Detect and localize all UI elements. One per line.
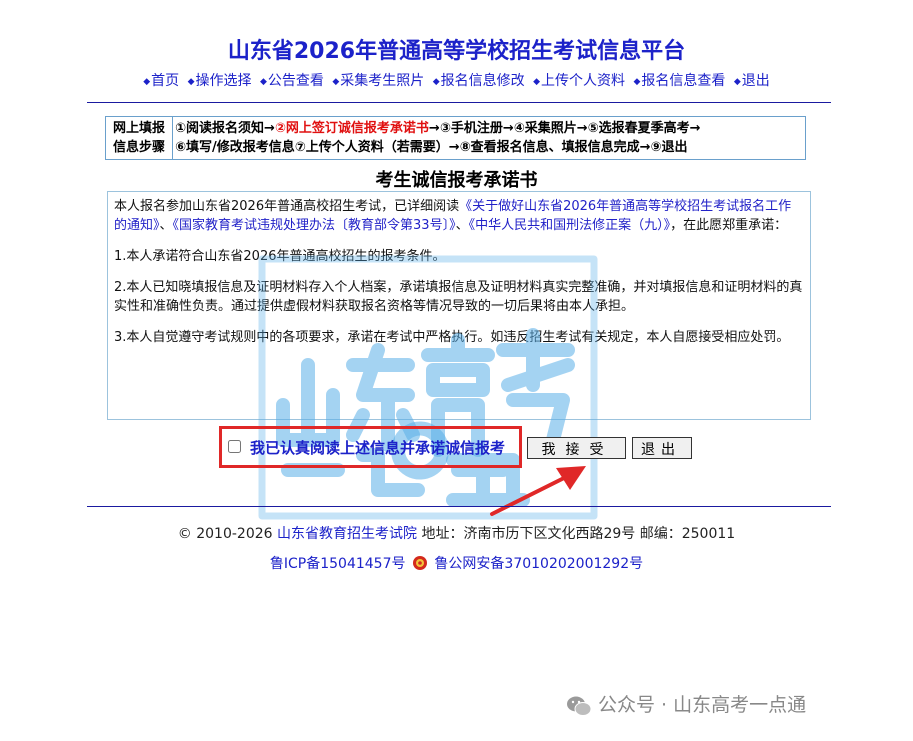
nav-collect-photo[interactable]: ◆采集考生照片 (332, 73, 424, 89)
footer-records: 鲁ICP备15041457号 鲁公网安备37010202001292号 (0, 553, 913, 573)
top-nav: ◆首页 ◆操作选择 ◆公告查看 ◆采集考生照片 ◆报名信息修改 ◆上传个人资料 … (0, 70, 913, 90)
agreement-checkbox[interactable] (228, 440, 241, 453)
nav-edit-registration[interactable]: ◆报名信息修改 (433, 73, 525, 89)
steps-label: 网上填报 信息步骤 (105, 116, 173, 160)
agreement-label[interactable]: 我已认真阅读上述信息并承诺诚信报考 (250, 437, 505, 458)
icp-link[interactable]: 鲁ICP备15041457号 (270, 556, 406, 572)
nav-view-registration[interactable]: ◆报名信息查看 (633, 73, 725, 89)
steps-table: 网上填报 信息步骤 ①阅读报名须知→②网上签订诚信报考承诺书→③手机注册→④采集照… (105, 116, 806, 160)
current-step: ②网上签订诚信报考承诺书 (274, 121, 429, 136)
page-title: 山东省2026年普通高等学校招生考试信息平台 (227, 39, 686, 64)
diamond-icon: ◆ (187, 77, 195, 87)
police-record-link[interactable]: 鲁公网安备37010202001292号 (434, 556, 643, 572)
accept-button[interactable]: 我接受 (527, 437, 626, 459)
diamond-icon: ◆ (432, 77, 440, 87)
wechat-icon (567, 696, 592, 716)
nav-announcements[interactable]: ◆公告查看 (260, 73, 324, 89)
nav-operation-select[interactable]: ◆操作选择 (188, 73, 252, 89)
steps-sequence: ①阅读报名须知→②网上签订诚信报考承诺书→③手机注册→④采集照片→⑤选报春夏季高… (172, 116, 806, 160)
diamond-icon: ◆ (533, 77, 541, 87)
pledge-heading: 考生诚信报考承诺书 (375, 170, 538, 191)
diamond-icon: ◆ (259, 77, 267, 87)
diamond-icon: ◆ (332, 77, 340, 87)
wechat-watermark: 公众号 · 山东高考一点通 (566, 690, 806, 717)
diamond-icon: ◆ (733, 77, 741, 87)
pledge-item: 3.本人自觉遵守考试规则中的各项要求，承诺在考试中严格执行。如违反招生考试有关规… (114, 330, 790, 345)
footer-info: © 2010-2026 山东省教育招生考试院 地址：济南市历下区文化西路29号 … (177, 526, 736, 542)
criminal-law-link[interactable]: 《中华人民共和国刑法修正案（九）》 (469, 218, 671, 233)
pledge-item: 2.本人已知晓填报信息及证明材料存入个人档案，承诺填报信息及证明材料真实完整准确… (114, 280, 803, 314)
org-link[interactable]: 山东省教育招生考试院 (277, 526, 417, 542)
police-badge-icon (412, 556, 427, 570)
pledge-item: 1.本人承诺符合山东省2026年普通高校招生的报考条件。 (114, 249, 446, 264)
regulation-link[interactable]: 《国家教育考试违规处理办法〔教育部令第33号〕》 (173, 218, 456, 233)
pledge-text-box: 本人报名参加山东省2026年普通高校招生考试，已详细阅读《关于做好山东省2026… (107, 191, 811, 420)
footer-divider (87, 506, 831, 507)
diamond-icon: ◆ (143, 77, 151, 87)
nav-logout[interactable]: ◆退出 (734, 73, 770, 89)
nav-home[interactable]: ◆首页 (143, 73, 179, 89)
pledge-intro: 本人报名参加山东省2026年普通高校招生考试，已详细阅读《关于做好山东省2026… (114, 199, 792, 233)
header-divider (87, 102, 831, 103)
nav-upload-documents[interactable]: ◆上传个人资料 (533, 73, 625, 89)
exit-button[interactable]: 退出 (632, 437, 692, 459)
diamond-icon: ◆ (633, 77, 641, 87)
